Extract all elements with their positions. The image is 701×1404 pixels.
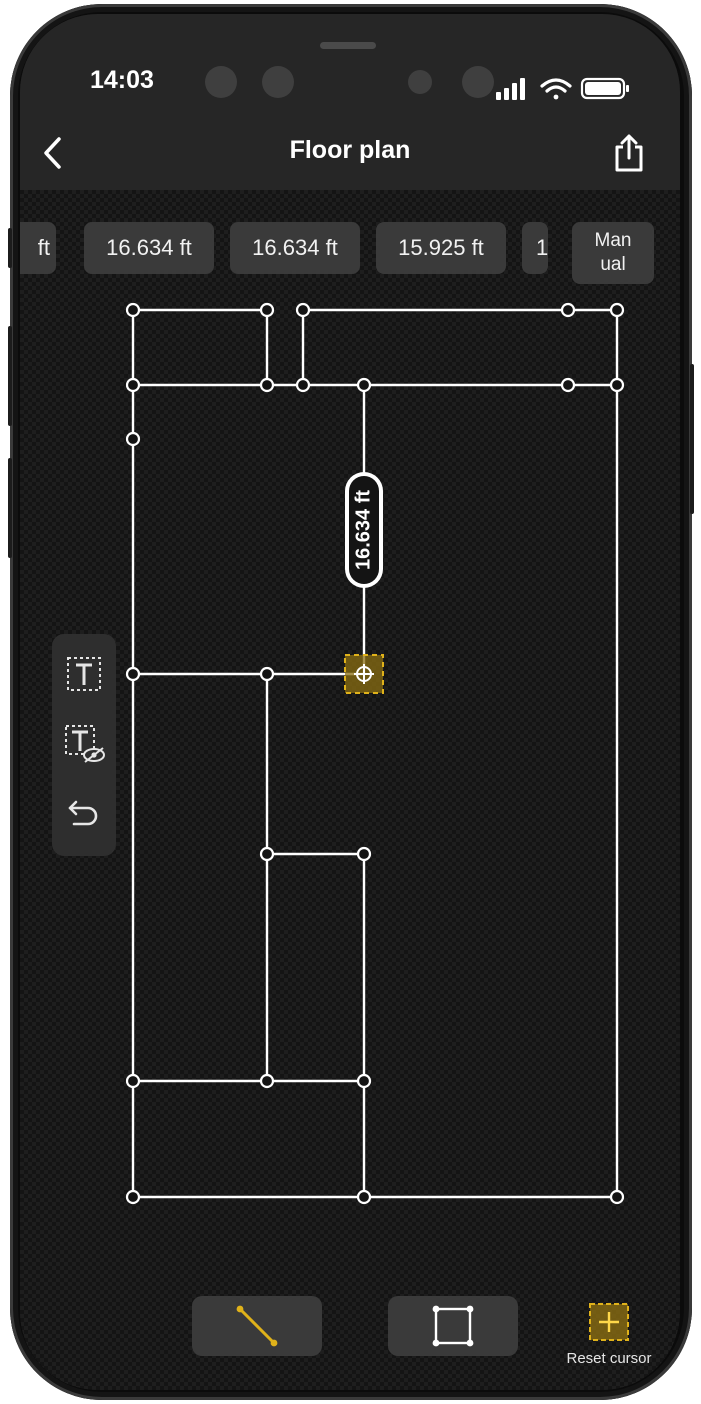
wall-node [356, 1073, 372, 1089]
phone-screen: 14:03 Floor plan ft 16.634 ft 16.634 ft … [20, 14, 680, 1390]
side-button-mute [8, 228, 12, 268]
reset-cursor-icon [589, 1303, 629, 1341]
draw-rectangle-button[interactable] [388, 1296, 518, 1356]
wall-node [259, 1073, 275, 1089]
draw-rectangle-icon [432, 1305, 474, 1347]
wall-node [125, 302, 141, 318]
wall-node [125, 377, 141, 393]
wall-node [356, 846, 372, 862]
wall-node [609, 302, 625, 318]
draw-line-button[interactable] [192, 1296, 322, 1356]
side-button-volume-up [8, 326, 12, 426]
text-label-icon [67, 657, 101, 691]
wall-node [560, 302, 576, 318]
wall-node [259, 377, 275, 393]
left-toolbar [52, 634, 116, 856]
text-label-button[interactable] [60, 650, 108, 698]
undo-icon [68, 800, 98, 826]
dimension-label[interactable]: 16.634 ft [345, 472, 383, 588]
wall-node [295, 377, 311, 393]
wall-node [125, 1073, 141, 1089]
wall-node [295, 302, 311, 318]
wall-node [560, 377, 576, 393]
wall-node [125, 666, 141, 682]
wall-node [259, 846, 275, 862]
draw-line-icon [236, 1305, 278, 1347]
wall-node [356, 1189, 372, 1205]
wall-node [356, 377, 372, 393]
wall-node [259, 302, 275, 318]
wall-node [125, 431, 141, 447]
cursor-handle[interactable] [344, 654, 384, 694]
side-button-power [690, 364, 694, 514]
text-visibility-icon [65, 725, 105, 763]
wall-node [259, 666, 275, 682]
wall-node [125, 1189, 141, 1205]
undo-button[interactable] [60, 788, 108, 836]
wall-node [609, 377, 625, 393]
reset-cursor-button[interactable]: Reset cursor [544, 1302, 674, 1367]
side-button-volume-down [8, 458, 12, 558]
reset-cursor-label: Reset cursor [566, 1350, 652, 1367]
dimension-text: 16.634 ft [352, 490, 374, 570]
toggle-labels-button[interactable] [60, 720, 108, 768]
wall-node [609, 1189, 625, 1205]
floor-plan: 16.634 ft [125, 302, 625, 1205]
